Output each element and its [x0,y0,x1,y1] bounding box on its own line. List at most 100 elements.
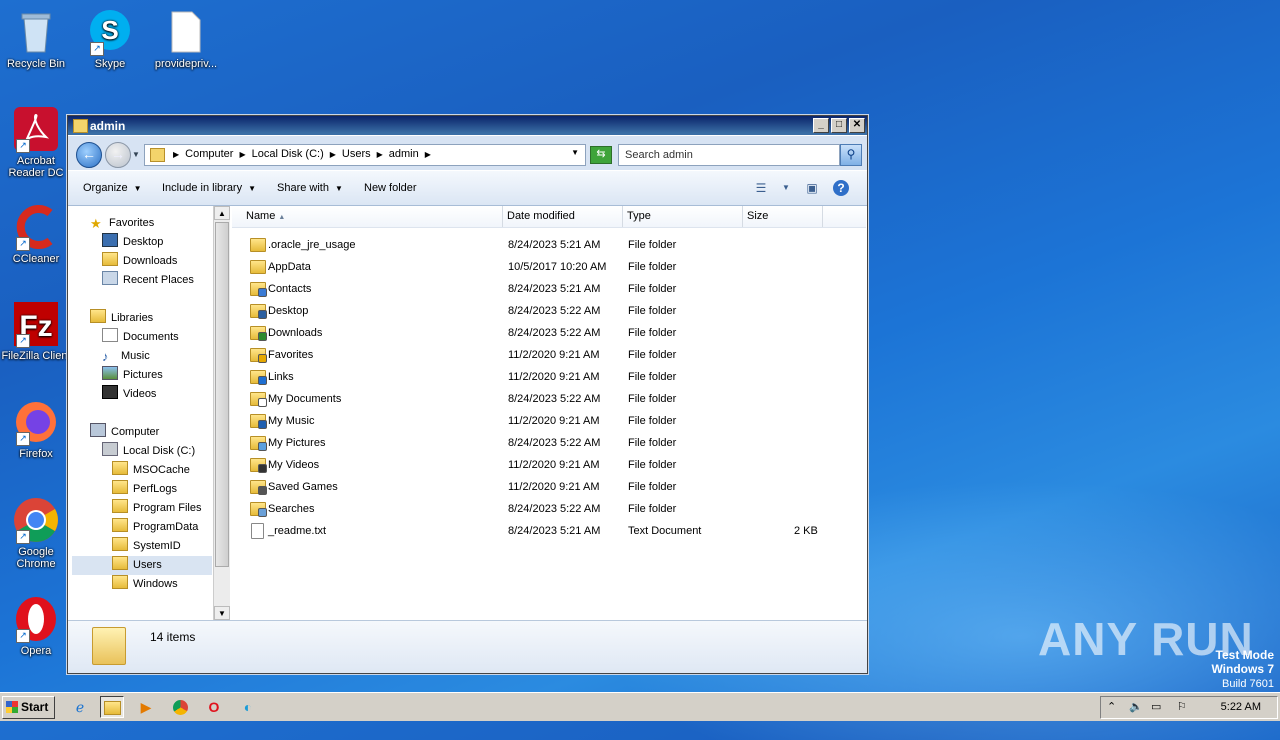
nav-item-msocache[interactable]: MSOCache [112,461,190,480]
desktop-icon-recycle-bin[interactable]: Recycle Bin [0,8,72,70]
nav-item-users[interactable]: Users [72,556,212,575]
address-field[interactable]: ▶ Computer ▶ Local Disk (C:) ▶ Users ▶ a… [144,144,586,166]
ie-icon[interactable]: ℯ [68,696,92,718]
edge-icon[interactable]: ◐ [236,696,260,718]
table-row[interactable]: Saved Games 11/2/2020 9:21 AM File folder [232,476,866,498]
chevron-right-icon[interactable]: ▶ [377,148,383,162]
breadcrumb-local-disk[interactable]: Local Disk (C:) [252,148,324,162]
column-divider[interactable] [822,206,823,227]
forward-button[interactable]: → [105,142,131,168]
show-hidden-icons-icon[interactable]: ⌃ [1107,700,1116,713]
desktop-icon-acrobat[interactable]: ↗ Acrobat Reader DC [0,105,72,179]
maximize-button[interactable]: □ [831,118,847,133]
chrome-icon[interactable] [168,696,192,718]
column-divider[interactable] [502,206,503,227]
desktop-icon-ccleaner[interactable]: ↗ CCleaner [0,203,72,265]
breadcrumb-computer[interactable]: Computer [185,148,233,162]
table-row[interactable]: Desktop 8/24/2023 5:22 AM File folder [232,300,866,322]
folder-icon [250,502,267,517]
help-icon[interactable]: ? [833,180,849,196]
action-center-flag-icon[interactable]: ⚐ [1177,700,1187,713]
recent-pages-chevron-icon[interactable]: ▼ [132,150,140,159]
breadcrumb-admin[interactable]: admin [389,148,419,162]
minimize-button[interactable]: _ [813,118,829,133]
chevron-down-icon: ▼ [334,184,343,193]
refresh-button[interactable]: ⇆ [590,146,612,164]
chevron-right-icon[interactable]: ▶ [330,148,336,162]
desktop-icon-firefox[interactable]: ↗ Firefox [0,398,72,460]
nav-favorites[interactable]: ★ Favorites [90,214,154,233]
nav-item-systemid[interactable]: SystemID [112,537,181,556]
opera-icon[interactable]: O [202,696,226,718]
nav-computer[interactable]: Computer [90,423,159,442]
desktop-icon-filezilla[interactable]: Fz ↗ FileZilla Client [0,300,72,362]
table-row[interactable]: .oracle_jre_usage 8/24/2023 5:21 AM File f… [232,234,866,256]
sort-ascending-icon: ▲ [278,214,286,221]
table-row[interactable]: Searches 8/24/2023 5:22 AM File folder [232,498,866,520]
start-button[interactable]: Start [2,696,55,719]
preview-pane-icon[interactable]: ▣ [804,180,820,196]
chevron-right-icon[interactable]: ▶ [425,148,431,162]
column-header-size[interactable]: Size [747,210,768,222]
nav-libraries[interactable]: Libraries [90,309,153,328]
desktop-icon-chrome[interactable]: ↗ Google Chrome [0,496,72,570]
nav-item-videos[interactable]: Videos [102,385,156,404]
table-row[interactable]: Favorites 11/2/2020 9:21 AM File folder [232,344,866,366]
nav-item-documents[interactable]: Documents [102,328,179,347]
close-button[interactable]: ✕ [849,118,865,133]
file-list[interactable]: Name ▲ Date modified Type Size .oracle_j… [232,206,866,620]
chevron-right-icon[interactable]: ▶ [173,148,179,162]
volume-icon[interactable]: 🔈 [1129,700,1143,713]
desktop-icon-opera[interactable]: ↗ Opera [0,595,72,657]
clock[interactable]: 5:22 AM [1221,701,1261,713]
table-row[interactable]: Contacts 8/24/2023 5:21 AM File folder [232,278,866,300]
nav-item-desktop[interactable]: Desktop [102,233,163,252]
chevron-right-icon[interactable]: ▶ [239,148,245,162]
column-header-date[interactable]: Date modified [507,210,575,222]
table-row[interactable]: AppData 10/5/2017 10:20 AM File folder [232,256,866,278]
table-row[interactable]: Downloads 8/24/2023 5:22 AM File folder [232,322,866,344]
search-icon[interactable]: ⚲ [840,144,862,166]
back-button[interactable]: ← [76,142,102,168]
table-row[interactable]: My Pictures 8/24/2023 5:22 AM File folder [232,432,866,454]
nav-item-perflogs[interactable]: PerfLogs [112,480,177,499]
explorer-window[interactable]: admin _ □ ✕ ← → ▼ ▶ Computer ▶ Local Dis… [67,115,868,674]
nav-item-programdata[interactable]: ProgramData [112,518,198,537]
explorer-icon[interactable] [100,696,124,718]
nav-item-program-files[interactable]: Program Files [112,499,201,518]
nav-item-windows[interactable]: Windows [112,575,178,594]
table-row[interactable]: My Documents 8/24/2023 5:22 AM File folder [232,388,866,410]
include-in-library-button[interactable]: Include in library ▼ [162,182,256,194]
organize-button[interactable]: Organize ▼ [83,182,142,194]
column-divider[interactable] [622,206,623,227]
search-input[interactable]: Search admin [618,144,840,166]
nav-item-local-disk[interactable]: Local Disk (C:) [102,442,195,461]
table-row[interactable]: _readme.txt 8/24/2023 5:21 AM Text Documen… [232,520,866,542]
title-bar[interactable]: admin _ □ ✕ [68,116,867,135]
media-player-icon[interactable]: ▶ [134,696,158,718]
column-header-type[interactable]: Type [627,210,651,222]
address-dropdown-icon[interactable]: ▼ [571,148,579,157]
column-header-name[interactable]: Name ▲ [246,210,285,222]
table-row[interactable]: Links 11/2/2020 9:21 AM File folder [232,366,866,388]
desktop-icon-file[interactable]: providepriv... [150,8,222,70]
nav-item-recent-places[interactable]: Recent Places [102,271,194,290]
scroll-up-icon[interactable]: ▲ [214,206,230,220]
scroll-down-icon[interactable]: ▼ [214,606,230,620]
scrollbar-thumb[interactable] [215,222,229,567]
nav-item-music[interactable]: ♪ Music [102,347,150,366]
new-folder-button[interactable]: New folder [364,182,417,194]
nav-scrollbar[interactable]: ▲ ▼ [213,206,230,620]
nav-label: Desktop [123,236,164,248]
change-view-icon[interactable]: ☰ [753,180,769,196]
breadcrumb-users[interactable]: Users [342,148,371,162]
view-options-chevron-icon[interactable]: ▼ [778,180,794,196]
nav-item-pictures[interactable]: Pictures [102,366,163,385]
table-row[interactable]: My Music 11/2/2020 9:21 AM File folder [232,410,866,432]
column-divider[interactable] [742,206,743,227]
table-row[interactable]: My Videos 11/2/2020 9:21 AM File folder [232,454,866,476]
desktop-icon-skype[interactable]: S ↗ Skype [74,8,146,70]
network-icon[interactable]: ▭ [1151,700,1161,713]
share-with-button[interactable]: Share with ▼ [277,182,343,194]
nav-item-downloads[interactable]: Downloads [102,252,177,271]
